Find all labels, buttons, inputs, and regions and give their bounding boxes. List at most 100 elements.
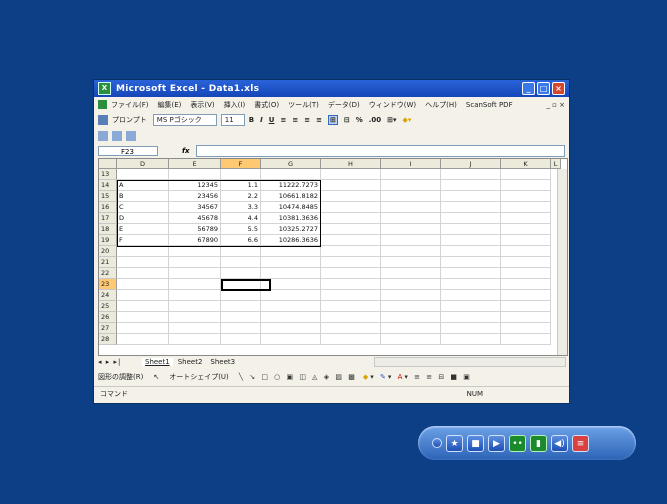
pdf-icon[interactable] bbox=[98, 131, 108, 141]
cell-D13[interactable] bbox=[117, 169, 169, 180]
horizontal-scrollbar[interactable] bbox=[374, 356, 566, 367]
cell-H16[interactable] bbox=[321, 202, 381, 213]
volume-icon[interactable]: ◀) bbox=[551, 434, 568, 452]
cell-I16[interactable] bbox=[381, 202, 441, 213]
cell-F21[interactable] bbox=[221, 257, 261, 268]
autoshape-menu[interactable]: オートシェイプ(U) bbox=[169, 372, 229, 382]
cell-H20[interactable] bbox=[321, 246, 381, 257]
play-icon[interactable]: ▶ bbox=[488, 434, 505, 452]
cell-H22[interactable] bbox=[321, 268, 381, 279]
cell-H28[interactable] bbox=[321, 334, 381, 345]
cell-J16[interactable] bbox=[441, 202, 501, 213]
cell-I26[interactable] bbox=[381, 312, 441, 323]
cell-I25[interactable] bbox=[381, 301, 441, 312]
cell-I17[interactable] bbox=[381, 213, 441, 224]
cell-K23[interactable] bbox=[501, 279, 551, 290]
percent-button[interactable]: % bbox=[356, 116, 363, 124]
cell-H27[interactable] bbox=[321, 323, 381, 334]
row-header-19[interactable]: 19 bbox=[99, 235, 117, 246]
name-box[interactable]: F23 bbox=[98, 146, 158, 156]
cell-F22[interactable] bbox=[221, 268, 261, 279]
maximize-button[interactable]: □ bbox=[537, 82, 550, 95]
column-header-K[interactable]: K bbox=[501, 159, 551, 169]
cell-K26[interactable] bbox=[501, 312, 551, 323]
workbook-icon[interactable] bbox=[98, 100, 107, 109]
pdf-settings-icon[interactable] bbox=[112, 131, 122, 141]
cell-E24[interactable] bbox=[169, 290, 221, 301]
row-header-15[interactable]: 15 bbox=[99, 191, 117, 202]
cell-K18[interactable] bbox=[501, 224, 551, 235]
cell-J27[interactable] bbox=[441, 323, 501, 334]
cell-G25[interactable] bbox=[261, 301, 321, 312]
cell-H17[interactable] bbox=[321, 213, 381, 224]
cell-E13[interactable] bbox=[169, 169, 221, 180]
row-header-20[interactable]: 20 bbox=[99, 246, 117, 257]
row-header-25[interactable]: 25 bbox=[99, 301, 117, 312]
cell-J26[interactable] bbox=[441, 312, 501, 323]
sheet-tab-3[interactable]: Sheet3 bbox=[207, 358, 238, 366]
cell-I14[interactable] bbox=[381, 180, 441, 191]
doc-controls[interactable]: _ ▫ × bbox=[546, 101, 565, 109]
decimal-button[interactable]: .00 bbox=[369, 116, 381, 124]
fx-button[interactable]: fx bbox=[182, 147, 190, 155]
cell-G22[interactable] bbox=[261, 268, 321, 279]
cell-E22[interactable] bbox=[169, 268, 221, 279]
cell-G21[interactable] bbox=[261, 257, 321, 268]
cell-J14[interactable] bbox=[441, 180, 501, 191]
cell-H26[interactable] bbox=[321, 312, 381, 323]
cell-H13[interactable] bbox=[321, 169, 381, 180]
cell-J20[interactable] bbox=[441, 246, 501, 257]
column-header-F[interactable]: F bbox=[221, 159, 261, 169]
align-right-button[interactable]: ≡ bbox=[304, 116, 310, 124]
cell-I20[interactable] bbox=[381, 246, 441, 257]
pdf-mail-icon[interactable] bbox=[126, 131, 136, 141]
row-header-24[interactable]: 24 bbox=[99, 290, 117, 301]
fill-color-button[interactable]: ◆▾ bbox=[403, 116, 412, 124]
cell-K21[interactable] bbox=[501, 257, 551, 268]
worksheet-grid[interactable]: D E F G H I J K L 13 14 A 12345 1.1 11222.7273 15 B 23456… bbox=[98, 158, 568, 356]
cell-I21[interactable] bbox=[381, 257, 441, 268]
cell-E23[interactable] bbox=[169, 279, 221, 290]
menu-window[interactable]: ウィンドウ(W) bbox=[369, 100, 416, 110]
cell-H23[interactable] bbox=[321, 279, 381, 290]
menu-edit[interactable]: 編集(E) bbox=[158, 100, 182, 110]
formula-input[interactable] bbox=[195, 145, 565, 157]
column-header-E[interactable]: E bbox=[169, 159, 221, 169]
cell-I22[interactable] bbox=[381, 268, 441, 279]
sheet-tab-1[interactable]: Sheet1 bbox=[142, 357, 173, 366]
row-header-13[interactable]: 13 bbox=[99, 169, 117, 180]
cell-K27[interactable] bbox=[501, 323, 551, 334]
row-header-27[interactable]: 27 bbox=[99, 323, 117, 334]
cell-H25[interactable] bbox=[321, 301, 381, 312]
borders-button[interactable]: ⊞▾ bbox=[387, 116, 396, 124]
cell-D28[interactable] bbox=[117, 334, 169, 345]
justify-button[interactable]: ≡ bbox=[316, 116, 322, 124]
cell-D21[interactable] bbox=[117, 257, 169, 268]
column-header-L[interactable]: L bbox=[551, 159, 561, 169]
cell-J13[interactable] bbox=[441, 169, 501, 180]
column-header-D[interactable]: D bbox=[117, 159, 169, 169]
menu-format[interactable]: 書式(O) bbox=[254, 100, 279, 110]
color-tools[interactable]: ◆▾ ✎▾ A▾ ≡ ≡ ⊟ ■ ▣ bbox=[363, 373, 472, 381]
close-button[interactable]: × bbox=[552, 82, 565, 95]
cell-D25[interactable] bbox=[117, 301, 169, 312]
cell-D24[interactable] bbox=[117, 290, 169, 301]
font-size-select[interactable]: 11 bbox=[220, 114, 245, 126]
shape-tools[interactable]: ╲ ↘ □ ○ ▣ ◫ ◬ ◈ ▨ ▩ bbox=[239, 373, 357, 381]
column-header-J[interactable]: J bbox=[441, 159, 501, 169]
cell-G27[interactable] bbox=[261, 323, 321, 334]
record-icon[interactable]: •• bbox=[509, 434, 526, 452]
cell-E27[interactable] bbox=[169, 323, 221, 334]
distribute-button[interactable]: ⊟ bbox=[344, 116, 350, 124]
cell-K24[interactable] bbox=[501, 290, 551, 301]
draw-menu[interactable]: 図形の調整(R) bbox=[98, 372, 143, 382]
excel-icon[interactable]: X bbox=[98, 82, 111, 95]
sheet-tab-2[interactable]: Sheet2 bbox=[175, 358, 206, 366]
cell-J22[interactable] bbox=[441, 268, 501, 279]
cell-G20[interactable] bbox=[261, 246, 321, 257]
cell-J24[interactable] bbox=[441, 290, 501, 301]
menu-file[interactable]: ファイル(F) bbox=[111, 100, 149, 110]
cell-D27[interactable] bbox=[117, 323, 169, 334]
cell-J19[interactable] bbox=[441, 235, 501, 246]
menu-insert[interactable]: 挿入(I) bbox=[224, 100, 246, 110]
